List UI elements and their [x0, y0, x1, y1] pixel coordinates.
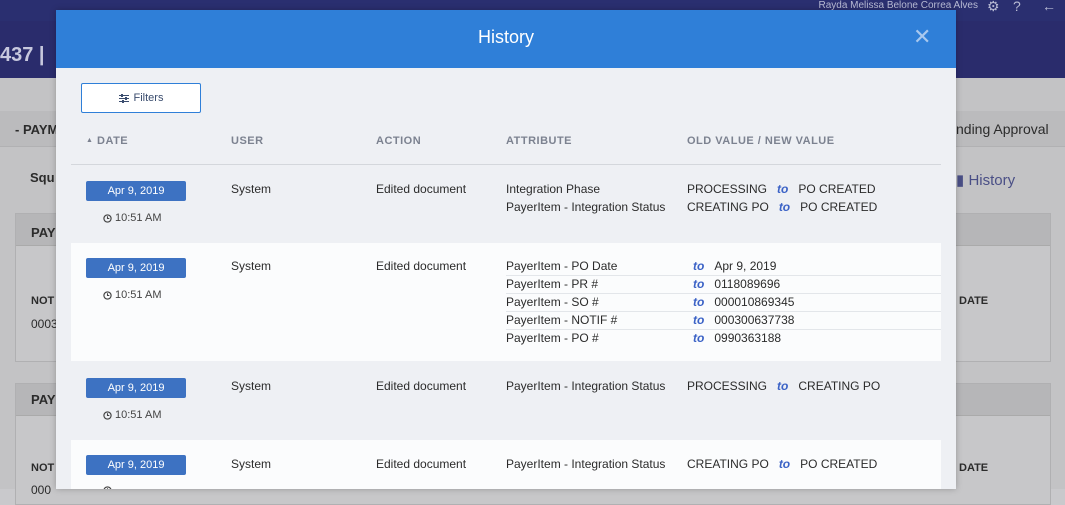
value-change-cell: PROCESSING to CREATING PO — [687, 379, 880, 393]
time-label: 10:51 AM — [103, 212, 161, 224]
date-badge: Apr 9, 2019 — [86, 181, 186, 201]
value-change-cell: to 000010869345 — [693, 295, 794, 309]
modal-title: History — [477, 27, 534, 47]
col-header-action[interactable]: ACTION — [376, 135, 421, 147]
new-value: 0118089696 — [714, 277, 781, 291]
bg-panel-col: NOT — [31, 295, 55, 307]
value-change-cell: to Apr 9, 2019 — [693, 259, 776, 273]
date-badge: Apr 9, 2019 — [86, 258, 186, 278]
section-title: - PAYM — [15, 122, 59, 137]
back-arrow-icon[interactable]: ← — [1042, 0, 1056, 13]
clock-icon — [103, 213, 112, 223]
attribute-cell: PayerItem - Integration Status — [506, 379, 666, 393]
history-link-label: History — [968, 172, 1016, 189]
value-change-cell: CREATING PO to PO CREATED — [687, 457, 877, 471]
to-label: to — [778, 457, 791, 471]
bg-panel-col: NOT — [31, 462, 55, 474]
attribute-cell: PayerItem - Integration Status — [506, 200, 666, 214]
history-link[interactable]: ▮ History — [956, 171, 1015, 189]
col-header-user[interactable]: USER — [231, 135, 264, 147]
gear-icon[interactable]: ⚙ — [987, 0, 1000, 13]
value-change-cell: to 0118089696 — [693, 277, 780, 291]
new-value: Apr 9, 2019 — [714, 259, 777, 273]
action-cell: Edited document — [376, 182, 467, 196]
new-value: PO CREATED — [800, 200, 878, 214]
col-header-attribute[interactable]: ATTRIBUTE — [506, 135, 572, 147]
to-label: to — [777, 379, 789, 393]
to-label: to — [777, 182, 789, 196]
to-label: to — [693, 331, 705, 345]
attribute-divider — [506, 329, 941, 330]
col-header-values[interactable]: OLD VALUE / NEW VALUE — [687, 135, 835, 147]
value-change-cell: to 000300637738 — [693, 313, 794, 327]
book-icon: ▮ — [956, 172, 965, 189]
to-label: to — [778, 200, 791, 214]
sliders-icon — [118, 93, 129, 103]
to-label: to — [693, 313, 705, 327]
bg-panel-head: PAY — [31, 392, 56, 407]
old-value: CREATING PO — [687, 200, 769, 214]
new-value: 000300637738 — [714, 313, 795, 327]
old-value: PROCESSING — [687, 182, 768, 196]
attribute-divider — [506, 311, 941, 312]
user-cell: System — [231, 457, 272, 471]
sort-asc-icon: ▲ — [86, 137, 94, 144]
clock-icon — [103, 410, 112, 420]
attribute-cell: PayerItem - PR # — [506, 277, 599, 291]
bg-panel-val: 000 — [31, 483, 52, 497]
to-label: to — [693, 259, 705, 273]
time-label: 10:51 AM — [103, 409, 161, 421]
attribute-divider — [506, 275, 941, 276]
time-label: 10:51 AM — [103, 289, 161, 301]
new-value: CREATING PO — [798, 379, 881, 393]
attribute-cell: PayerItem - PO # — [506, 331, 599, 345]
user-cell: System — [231, 379, 272, 393]
bg-panel-date: DATE — [959, 462, 989, 474]
attribute-cell: PayerItem - PO Date — [506, 259, 618, 273]
help-icon[interactable]: ? — [1013, 0, 1021, 13]
action-cell: Edited document — [376, 379, 467, 393]
user-cell: System — [231, 182, 272, 196]
new-value: PO CREATED — [798, 182, 876, 196]
old-value: CREATING PO — [687, 457, 769, 471]
date-badge: Apr 9, 2019 — [86, 455, 186, 475]
attribute-cell: PayerItem - Integration Status — [506, 457, 666, 471]
new-value: 000010869345 — [714, 295, 795, 309]
filters-label: Filters — [133, 92, 164, 104]
value-change-cell: PROCESSING to PO CREATED — [687, 182, 876, 196]
status-text: nding Approval — [956, 121, 1049, 137]
table-row: Apr 9, 2019 System Edited document Payer… — [71, 440, 941, 489]
col-header-date[interactable]: ▲ DATE — [86, 135, 128, 147]
table-row: Apr 9, 2019 10:51 AM System Edited docum… — [71, 362, 941, 439]
value-change-cell: CREATING PO to PO CREATED — [687, 200, 877, 214]
table-row: Apr 9, 2019 10:51 AM System Edited docum… — [71, 243, 941, 361]
attribute-cell: Integration Phase — [506, 182, 601, 196]
table-row: Apr 9, 2019 10:51 AM System Edited docum… — [71, 166, 941, 242]
action-cell: Edited document — [376, 259, 467, 273]
user-cell: System — [231, 259, 272, 273]
modal-header: History ✕ — [56, 10, 956, 68]
bg-panel-date: DATE — [959, 295, 989, 307]
filters-button[interactable]: Filters — [81, 83, 201, 113]
to-label: to — [693, 295, 705, 309]
new-value: 0990363188 — [714, 331, 782, 345]
attribute-divider — [506, 293, 941, 294]
attribute-cell: PayerItem - NOTIF # — [506, 313, 618, 327]
bg-panel-val: 0003 — [31, 317, 58, 331]
history-modal: History ✕ Filters ▲ DATE USER ACTION ATT… — [56, 10, 956, 489]
close-icon[interactable]: ✕ — [913, 26, 931, 48]
bg-label: Squ — [30, 170, 55, 185]
bg-panel-head: PAY — [31, 225, 56, 240]
clock-icon — [103, 290, 112, 300]
value-change-cell: to 0990363188 — [693, 331, 781, 345]
action-cell: Edited document — [376, 457, 467, 471]
attribute-cell: PayerItem - SO # — [506, 295, 599, 309]
old-value: PROCESSING — [687, 379, 768, 393]
new-value: PO CREATED — [800, 457, 878, 471]
header-divider — [71, 164, 941, 165]
date-badge: Apr 9, 2019 — [86, 378, 186, 398]
to-label: to — [693, 277, 705, 291]
page-title: 437 | — [0, 44, 45, 66]
